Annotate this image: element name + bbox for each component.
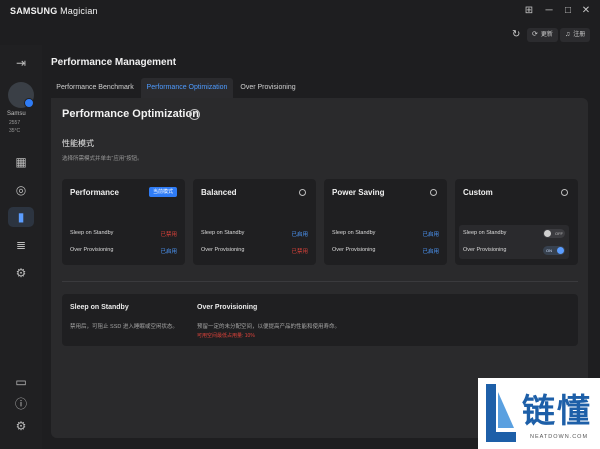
custom-settings: Sleep on Standby OFF Over Provisioning O… <box>459 225 569 259</box>
watermark-url: NEATDOWN.COM <box>530 434 589 440</box>
info-card: Sleep on Standby 禁用后，可阻止 SSD 进入睡眠或空闲状态。 … <box>62 294 578 346</box>
radio-button[interactable] <box>430 189 437 196</box>
tab-over-provisioning[interactable]: Over Provisioning <box>235 78 301 98</box>
page-title: Performance Management <box>51 57 177 68</box>
dashboard-icon[interactable]: ▦ <box>13 154 29 170</box>
sleep-info-text: 禁用后，可阻止 SSD 进入睡眠或空闲状态。 <box>70 324 178 330</box>
snap-layout-icon[interactable]: ⊞ <box>522 5 536 16</box>
toggle-knob <box>557 247 564 254</box>
device-temperature: 35°C <box>9 128 21 134</box>
mode-description: 选择所需模式并单击“应用”按钮。 <box>62 156 143 162</box>
check-badge-icon <box>24 98 34 108</box>
card-title: Performance <box>70 188 119 197</box>
sleep-info-title: Sleep on Standby <box>70 304 129 311</box>
tab-performance-optimization[interactable]: Performance Optimization <box>141 78 233 98</box>
watermark: 链懂 NEATDOWN.COM <box>478 378 600 449</box>
sleep-toggle[interactable]: OFF <box>543 229 565 238</box>
divider <box>62 281 578 282</box>
data-management-icon[interactable]: ≣ <box>13 237 29 253</box>
maximize-icon[interactable]: □ <box>561 5 575 16</box>
toggle-knob <box>544 230 551 237</box>
row-value-op: 已启用 <box>422 249 439 255</box>
card-title: Custom <box>463 188 493 197</box>
toggle-state: ON <box>546 248 552 253</box>
row-label-sleep: Sleep on Standby <box>463 230 507 236</box>
refresh-icon[interactable]: ↻ <box>512 29 520 40</box>
brand-samsung: SAMSUNG <box>10 6 58 16</box>
mode-card-power-saving[interactable]: Power Saving Sleep on Standby 已启用 Over P… <box>324 179 447 265</box>
register-button[interactable]: ♫ 注册 <box>560 28 591 42</box>
update-label: 更新 <box>540 32 553 38</box>
row-value-sleep: 已启用 <box>291 232 308 238</box>
mode-card-custom[interactable]: Custom Sleep on Standby OFF Over Provisi… <box>455 179 578 265</box>
mode-heading: 性能模式 <box>62 139 94 148</box>
brand-magician: Magician <box>57 6 98 16</box>
row-label-op: Over Provisioning <box>201 247 245 253</box>
mode-card-balanced[interactable]: Balanced Sleep on Standby 已启用 Over Provi… <box>193 179 316 265</box>
toggle-state: OFF <box>555 231 563 236</box>
radio-button[interactable] <box>299 189 306 196</box>
diagnostics-icon[interactable]: ◎ <box>13 182 29 198</box>
row-label-sleep: Sleep on Standby <box>70 230 114 236</box>
row-value-sleep: 已禁用 <box>160 232 177 238</box>
op-info-text: 预留一定的未分配空间，以便提高产品的性能和使用寿命。 <box>197 324 341 330</box>
current-mode-badge: 当前模式 <box>148 187 177 197</box>
device-capacity: 2557 <box>9 120 21 126</box>
performance-icon[interactable]: ▮ <box>8 207 34 227</box>
app-brand: SAMSUNG Magician <box>10 6 98 16</box>
row-label-op: Over Provisioning <box>463 247 507 253</box>
row-label-op: Over Provisioning <box>70 247 114 253</box>
op-info-warning: 可用空间最低占用量: 10% <box>197 333 255 339</box>
watermark-text: 链懂 <box>522 391 592 430</box>
register-label: 注册 <box>573 32 586 38</box>
close-icon[interactable]: ✕ <box>579 5 593 16</box>
row-value-op: 已禁用 <box>291 249 308 255</box>
card-title: Balanced <box>201 188 237 197</box>
refresh-small-icon: ⟳ <box>532 31 538 38</box>
bell-icon: ♫ <box>565 31 571 38</box>
watermark-logo-icon <box>486 384 516 442</box>
title-bar: SAMSUNG Magician ⊞ ─ □ ✕ <box>0 0 600 24</box>
tab-performance-benchmark[interactable]: Performance Benchmark <box>51 78 139 98</box>
row-value-op: 已启用 <box>160 249 177 255</box>
row-value-sleep: 已启用 <box>422 232 439 238</box>
minimize-icon[interactable]: ─ <box>542 5 556 16</box>
row-label-sleep: Sleep on Standby <box>201 230 245 236</box>
help-icon[interactable]: ? <box>189 109 200 120</box>
radio-button[interactable] <box>561 189 568 196</box>
info-icon[interactable]: ⓘ <box>13 396 29 412</box>
row-label-op: Over Provisioning <box>332 247 376 253</box>
update-button[interactable]: ⟳ 更新 <box>527 28 558 42</box>
row-label-sleep: Sleep on Standby <box>332 230 376 236</box>
security-icon[interactable]: ⚙ <box>13 265 29 281</box>
card-title: Power Saving <box>332 188 385 197</box>
section-title: Performance Optimization <box>62 108 199 120</box>
app-window: SAMSUNG Magician ⊞ ─ □ ✕ ↻ ⟳ 更新 ♫ 注册 ⇥ Sam… <box>0 0 600 449</box>
device-name: Samsu <box>7 111 26 117</box>
settings-icon[interactable]: ⚙ <box>13 418 29 434</box>
mode-card-performance[interactable]: Performance 当前模式 Sleep on Standby 已禁用 Ov… <box>62 179 185 265</box>
monitor-icon[interactable]: ▭ <box>13 374 29 390</box>
op-info-title: Over Provisioning <box>197 304 258 311</box>
sidebar-collapse-icon[interactable]: ⇥ <box>13 55 29 71</box>
op-toggle[interactable]: ON <box>543 246 565 255</box>
